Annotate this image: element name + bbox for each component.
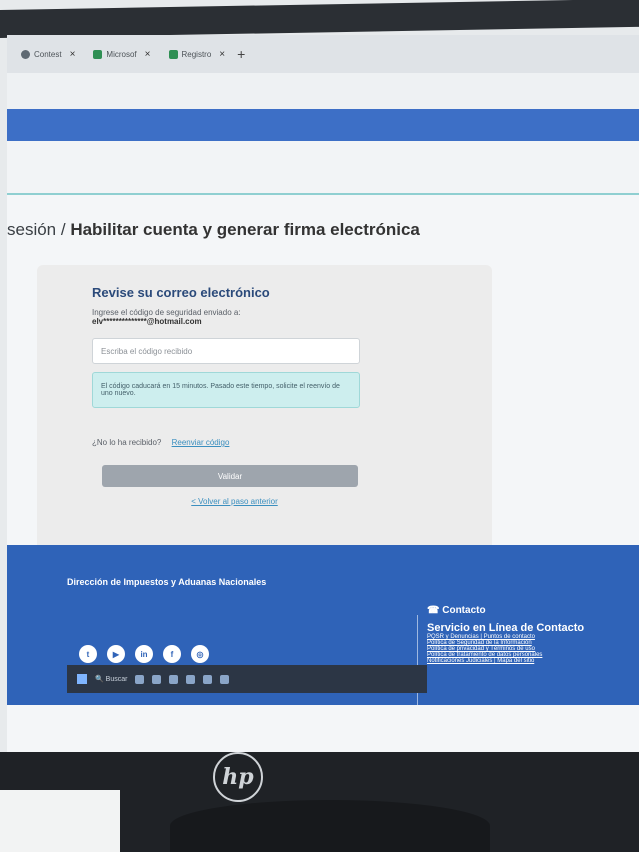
taskbar-app-icon[interactable] bbox=[186, 674, 196, 684]
masked-email: elv**************@hotmail.com bbox=[92, 317, 202, 326]
close-icon[interactable]: × bbox=[145, 49, 151, 60]
site-top-band bbox=[7, 109, 639, 141]
resend-question: ¿No lo ha recibido? bbox=[92, 438, 162, 447]
taskbar-app-icon[interactable] bbox=[169, 674, 179, 684]
code-input[interactable]: Escriba el código recibido bbox=[92, 338, 360, 364]
address-bar[interactable] bbox=[7, 73, 639, 109]
twitter-icon[interactable]: t bbox=[79, 645, 97, 663]
verification-card: Revise su correo electrónico Ingrese el … bbox=[92, 285, 377, 506]
form-heading: Revise su correo electrónico bbox=[92, 285, 270, 300]
taskbar-app-icon[interactable] bbox=[220, 674, 230, 684]
facebook-icon[interactable]: f bbox=[163, 645, 181, 663]
page-title-main: Habilitar cuenta y generar firma electró… bbox=[70, 220, 420, 239]
desk-surface bbox=[0, 790, 120, 852]
tab-label: Contest bbox=[34, 49, 62, 59]
close-icon[interactable]: × bbox=[70, 49, 76, 60]
new-tab-button[interactable]: + bbox=[237, 46, 245, 62]
linkedin-icon[interactable]: in bbox=[135, 645, 153, 663]
service-title: Servicio en Línea de Contacto bbox=[427, 622, 585, 634]
browser-tab-1[interactable]: Contest × bbox=[15, 42, 81, 66]
contact-title-text: Contacto bbox=[442, 605, 486, 616]
footer-link[interactable]: Notificaciones Judiciales | Mapa del sit… bbox=[427, 658, 637, 664]
taskbar-search[interactable]: 🔍 Buscar bbox=[95, 675, 127, 683]
validate-button[interactable]: Validar bbox=[102, 465, 358, 487]
taskbar-app-icon[interactable] bbox=[203, 674, 213, 684]
taskbar-search-label: Buscar bbox=[105, 676, 128, 683]
windows-taskbar: 🔍 Buscar bbox=[67, 665, 427, 693]
footer-org-name: Dirección de Impuestos y Aduanas Naciona… bbox=[67, 577, 267, 587]
back-link[interactable]: < Volver al paso anterior bbox=[92, 497, 377, 506]
microsoft-icon bbox=[168, 49, 178, 59]
monitor-screen: Contest × Microsof × Registro × + sesión… bbox=[7, 35, 639, 755]
resend-code-link[interactable]: Reenviar código bbox=[172, 438, 230, 447]
close-icon[interactable]: × bbox=[219, 49, 225, 60]
hp-logo: hp bbox=[213, 752, 263, 802]
microsoft-icon bbox=[93, 49, 103, 59]
page-title: sesión / Habilitar cuenta y generar firm… bbox=[7, 220, 420, 240]
footer-contact: ☎ Contacto Servicio en Línea de Contacto… bbox=[427, 605, 637, 664]
globe-icon bbox=[21, 49, 30, 59]
tab-label: Microsof bbox=[106, 49, 137, 59]
windows-start-icon[interactable] bbox=[77, 674, 87, 684]
taskbar-app-icon[interactable] bbox=[135, 674, 145, 684]
browser-tab-2[interactable]: Microsof × bbox=[87, 42, 156, 66]
youtube-icon[interactable]: ▶ bbox=[107, 645, 125, 663]
breadcrumb: sesión / bbox=[7, 220, 71, 239]
site-header bbox=[7, 141, 639, 195]
instagram-icon[interactable]: ◎ bbox=[191, 645, 209, 663]
browser-tab-3[interactable]: Registro × bbox=[163, 42, 232, 66]
tab-label: Registro bbox=[181, 49, 212, 59]
contact-title: ☎ Contacto bbox=[427, 605, 486, 616]
social-links: t ▶ in f ◎ bbox=[79, 645, 209, 663]
expiry-notice: El código caducará en 15 minutos. Pasado… bbox=[92, 372, 360, 408]
taskbar-app-icon[interactable] bbox=[152, 674, 162, 684]
resend-row: ¿No lo ha recibido? Reenviar código bbox=[92, 438, 377, 447]
instruction-text: Ingrese el código de seguridad enviado a… bbox=[92, 308, 241, 317]
browser-tab-bar: Contest × Microsof × Registro × + bbox=[7, 35, 639, 73]
monitor-stand bbox=[170, 800, 490, 852]
